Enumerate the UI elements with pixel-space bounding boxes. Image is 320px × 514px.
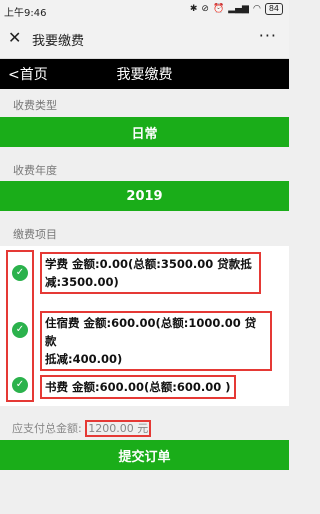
- status-bar: 上午9:46 ✱ ⊘ ⏰ ▂▄▆ ◠ 84: [0, 0, 289, 20]
- fee-item-text: 书费 金额:600.00(总额:600.00 ): [45, 380, 231, 394]
- fee-item-books: 书费 金额:600.00(总额:600.00 ): [40, 375, 236, 399]
- page-title: 我要缴费: [116, 67, 173, 83]
- fee-type-select[interactable]: 日常: [0, 117, 289, 147]
- fee-items-label: 缴费项目: [13, 228, 57, 241]
- fee-type-label: 收费类型: [13, 99, 57, 112]
- fee-item-text: 减:3500.00): [45, 275, 119, 289]
- wifi-icon: ◠: [252, 4, 261, 14]
- item-checkbox-books[interactable]: ✓: [12, 377, 28, 393]
- mute-icon: ⊘: [201, 4, 209, 14]
- fee-item-tuition: 学费 金额:0.00(总额:3500.00 贷款抵 减:3500.00): [40, 252, 261, 294]
- fee-item-text: 住宿费 金额:600.00(总额:1000.00 贷款: [45, 316, 257, 348]
- fee-year-select[interactable]: 2019: [0, 181, 289, 211]
- total-amount: 1200.00 元: [85, 420, 152, 437]
- close-icon[interactable]: ✕: [8, 28, 21, 48]
- wechat-title-bar: ✕ 我要缴费 ···: [0, 20, 289, 59]
- battery-icon: 84: [264, 3, 283, 15]
- nav-bar: <首页 我要缴费: [0, 59, 289, 89]
- item-checkbox-housing[interactable]: ✓: [12, 322, 28, 338]
- more-options-icon[interactable]: ···: [259, 26, 277, 45]
- item-checkbox-tuition[interactable]: ✓: [12, 265, 28, 281]
- alarm-icon: ⏰: [212, 4, 225, 14]
- fee-item-text: 抵减:400.00): [45, 352, 123, 366]
- signal-icon: ▂▄▆: [228, 4, 249, 14]
- fee-item-housing: 住宿费 金额:600.00(总额:1000.00 贷款 抵减:400.00): [40, 311, 272, 371]
- status-time: 上午9:46: [4, 8, 47, 19]
- fee-year-label: 收费年度: [13, 164, 57, 177]
- wechat-page-title: 我要缴费: [32, 34, 85, 49]
- submit-order-button[interactable]: 提交订单: [0, 440, 289, 470]
- status-icons: ✱ ⊘ ⏰ ▂▄▆ ◠ 84: [190, 3, 283, 15]
- fee-item-text: 学费 金额:0.00(总额:3500.00 贷款抵: [45, 257, 252, 271]
- total-row: 应支付总金额: 1200.00 元: [12, 420, 152, 437]
- total-label: 应支付总金额:: [12, 422, 82, 435]
- bluetooth-icon: ✱: [189, 4, 198, 14]
